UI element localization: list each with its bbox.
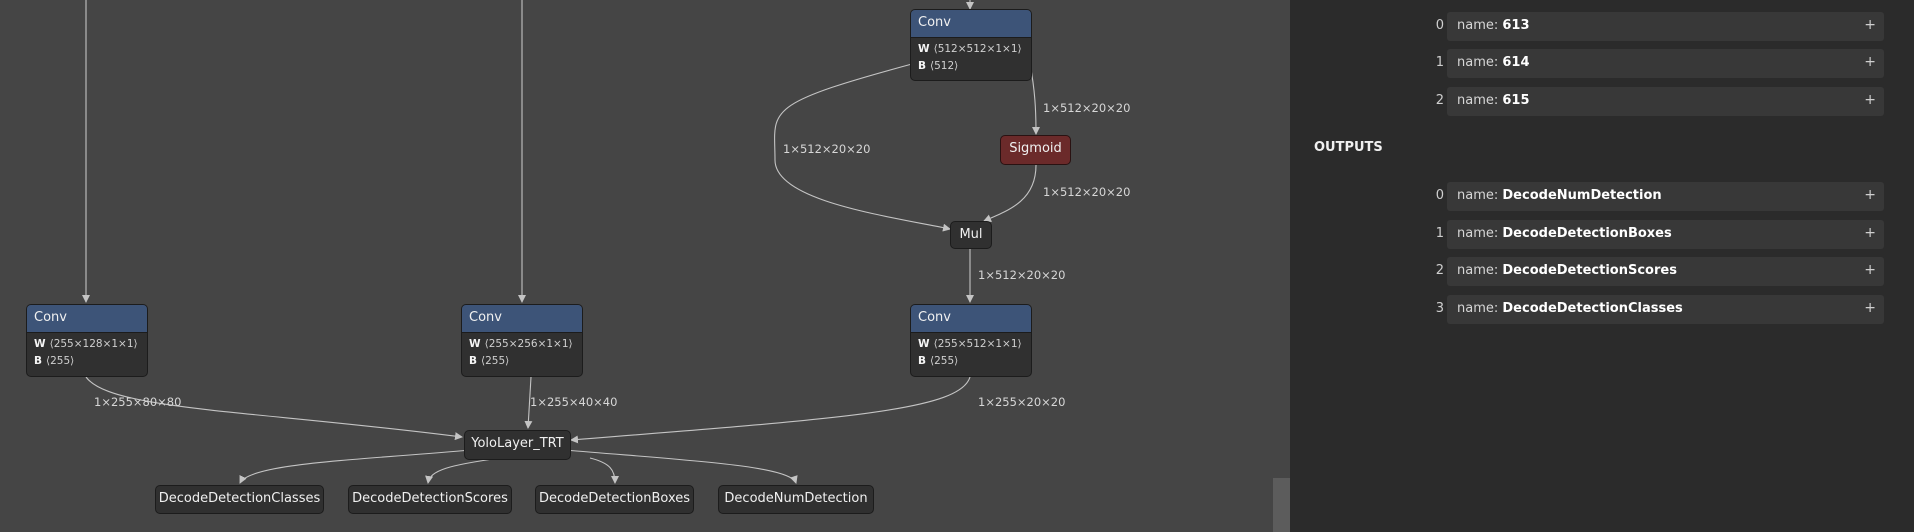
node-title: Conv bbox=[911, 305, 1031, 333]
input-name-field[interactable]: name: 614 + bbox=[1447, 49, 1884, 78]
edge-yolo-to-scores bbox=[425, 457, 501, 484]
node-attr-b: B ⟨255⟩ bbox=[918, 355, 959, 367]
input-name-field[interactable]: name: 613 + bbox=[1447, 12, 1884, 41]
output-name: DecodeDetectionBoxes bbox=[1502, 226, 1672, 241]
node-title: DecodeDetectionScores bbox=[352, 491, 508, 506]
edge-label-mul-to-conv: 1×512×20×20 bbox=[978, 268, 1066, 282]
node-attr-w: W ⟨255×256×1×1⟩ bbox=[469, 338, 573, 350]
expand-icon[interactable]: + bbox=[1864, 300, 1876, 316]
output-row: 2 name: DecodeDetectionScores + bbox=[1290, 256, 1914, 288]
input-name-field[interactable]: name: 615 + bbox=[1447, 87, 1884, 116]
outputs-heading: OUTPUTS bbox=[1314, 140, 1383, 155]
edge-label-conv-c-out: 1×255×20×20 bbox=[978, 395, 1066, 409]
output-index: 0 bbox=[1435, 188, 1444, 203]
input-index: 2 bbox=[1435, 93, 1444, 108]
node-sigmoid[interactable]: Sigmoid bbox=[1000, 135, 1071, 165]
node-yololayer-trt[interactable]: YoloLayer_TRT bbox=[464, 430, 571, 460]
node-output-num[interactable]: DecodeNumDetection bbox=[718, 485, 874, 514]
expand-icon[interactable]: + bbox=[1864, 92, 1876, 108]
graph-edges bbox=[82, 0, 1040, 484]
node-mul[interactable]: Mul bbox=[950, 221, 992, 249]
input-name: 613 bbox=[1502, 18, 1530, 33]
node-title: Conv bbox=[911, 10, 1031, 38]
input-index: 0 bbox=[1435, 18, 1444, 33]
output-name: DecodeDetectionClasses bbox=[1502, 301, 1683, 316]
node-title: Mul bbox=[959, 227, 983, 242]
expand-icon[interactable]: + bbox=[1864, 262, 1876, 278]
input-index: 1 bbox=[1435, 55, 1444, 70]
output-name-field[interactable]: name: DecodeDetectionScores + bbox=[1447, 257, 1884, 286]
graph-scrollbar[interactable] bbox=[1273, 478, 1290, 532]
expand-icon[interactable]: + bbox=[1864, 17, 1876, 33]
node-title: DecodeNumDetection bbox=[724, 491, 868, 506]
expand-icon[interactable]: + bbox=[1864, 187, 1876, 203]
expand-icon[interactable]: + bbox=[1864, 225, 1876, 241]
input-name: 614 bbox=[1502, 55, 1530, 70]
output-name: DecodeNumDetection bbox=[1502, 188, 1662, 203]
node-attr-w: W ⟨255×128×1×1⟩ bbox=[34, 338, 138, 350]
node-title: Conv bbox=[27, 305, 147, 333]
edge-label-sigmoid-to-mul: 1×512×20×20 bbox=[1043, 185, 1131, 199]
node-conv-top[interactable]: Conv W ⟨512×512×1×1⟩ B ⟨512⟩ bbox=[910, 9, 1032, 81]
node-title: Sigmoid bbox=[1009, 141, 1062, 156]
node-attr-b: B ⟨255⟩ bbox=[469, 355, 510, 367]
edge-label-conv-a-out: 1×255×80×80 bbox=[94, 395, 182, 409]
input-row: 2 name: 615 + bbox=[1290, 86, 1914, 118]
edge-yolo-to-classes bbox=[239, 449, 471, 484]
edge-sigmoid-to-mul bbox=[983, 164, 1037, 222]
node-attr-w: W ⟨512×512×1×1⟩ bbox=[918, 43, 1022, 55]
output-row: 0 name: DecodeNumDetection + bbox=[1290, 181, 1914, 213]
properties-panel: 0 name: 613 + 1 name: 614 + 2 name: 615 … bbox=[1290, 0, 1914, 532]
output-index: 2 bbox=[1435, 263, 1444, 278]
input-row: 0 name: 613 + bbox=[1290, 11, 1914, 43]
node-attr-w: W ⟨255×512×1×1⟩ bbox=[918, 338, 1022, 350]
edge-yolo-to-boxes bbox=[589, 457, 619, 484]
node-title: Conv bbox=[462, 305, 582, 333]
output-name-field[interactable]: name: DecodeDetectionBoxes + bbox=[1447, 220, 1884, 249]
node-title: DecodeDetectionClasses bbox=[158, 491, 321, 506]
edge-label-conv-b-out: 1×255×40×40 bbox=[530, 395, 618, 409]
graph-canvas[interactable]: 1×512×20×20 1×512×20×20 1×512×20×20 1×51… bbox=[0, 0, 1290, 532]
output-name-field[interactable]: name: DecodeNumDetection + bbox=[1447, 182, 1884, 211]
output-index: 3 bbox=[1435, 301, 1444, 316]
edge-conv-c-to-yolo bbox=[570, 376, 971, 444]
node-output-classes[interactable]: DecodeDetectionClasses bbox=[155, 485, 324, 514]
node-attr-b: B ⟨512⟩ bbox=[918, 60, 959, 72]
node-conv-c[interactable]: Conv W ⟨255×512×1×1⟩ B ⟨255⟩ bbox=[910, 304, 1032, 377]
node-output-scores[interactable]: DecodeDetectionScores bbox=[348, 485, 512, 514]
node-conv-b[interactable]: Conv W ⟨255×256×1×1⟩ B ⟨255⟩ bbox=[461, 304, 583, 377]
node-output-boxes[interactable]: DecodeDetectionBoxes bbox=[535, 485, 694, 514]
node-attr-b: B ⟨255⟩ bbox=[34, 355, 75, 367]
output-name-field[interactable]: name: DecodeDetectionClasses + bbox=[1447, 295, 1884, 324]
output-row: 3 name: DecodeDetectionClasses + bbox=[1290, 294, 1914, 326]
output-index: 1 bbox=[1435, 226, 1444, 241]
expand-icon[interactable]: + bbox=[1864, 54, 1876, 70]
edge-label-conv-to-sigmoid: 1×512×20×20 bbox=[1043, 101, 1131, 115]
node-title: DecodeDetectionBoxes bbox=[538, 491, 691, 506]
input-name: 615 bbox=[1502, 93, 1530, 108]
output-row: 1 name: DecodeDetectionBoxes + bbox=[1290, 219, 1914, 251]
node-title: YoloLayer_TRT bbox=[471, 436, 564, 451]
output-name: DecodeDetectionScores bbox=[1502, 263, 1677, 278]
edge-yolo-to-num bbox=[564, 449, 798, 484]
input-row: 1 name: 614 + bbox=[1290, 48, 1914, 80]
node-conv-a[interactable]: Conv W ⟨255×128×1×1⟩ B ⟨255⟩ bbox=[26, 304, 148, 377]
edge-label-conv-to-mul: 1×512×20×20 bbox=[783, 142, 871, 156]
